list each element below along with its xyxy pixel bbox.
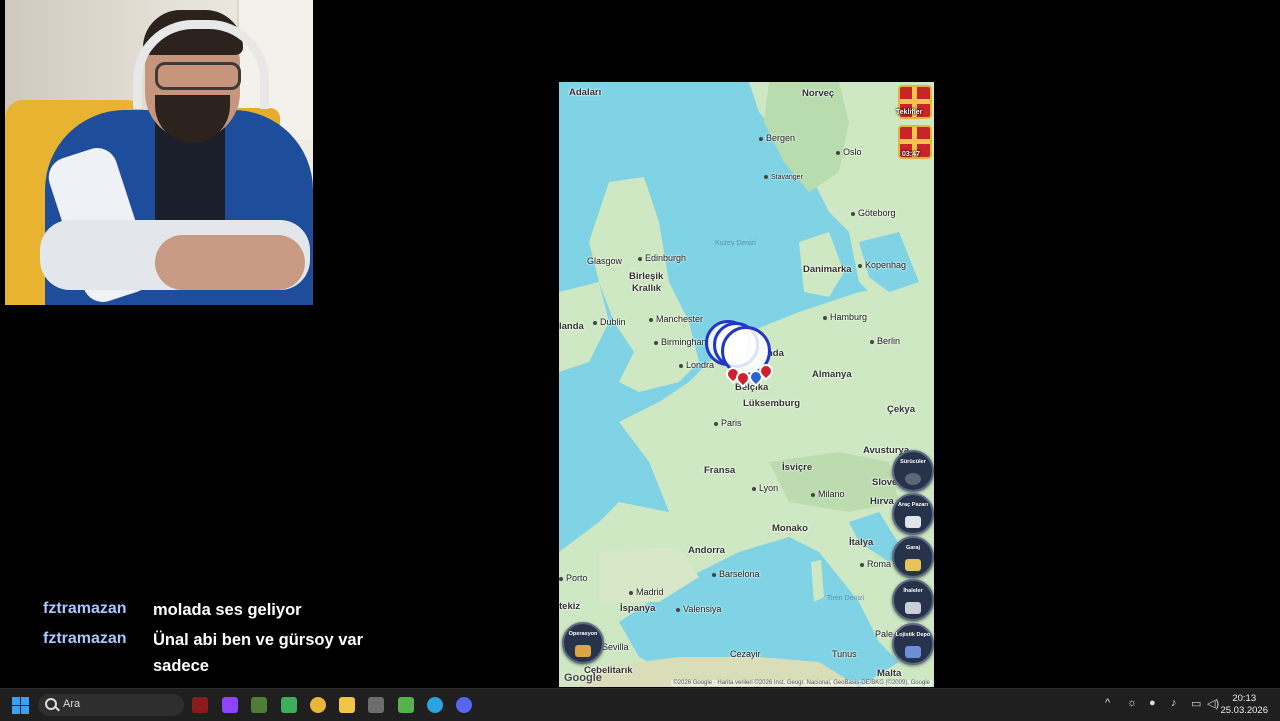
map-label: Norveç <box>802 88 835 99</box>
bluestacks-icon[interactable] <box>398 697 414 713</box>
clock-date: 25.03.2026 <box>1220 705 1268 716</box>
chat-message: fztramazan molada ses geliyor <box>43 597 373 623</box>
map-attribution: ©2026 Google · Harita verileri ©2026 Ins… <box>671 680 932 686</box>
map-label: Cezayir <box>730 649 761 659</box>
chat-text: molada ses geliyor <box>153 601 302 619</box>
microphone-icon[interactable]: ♪ <box>1171 697 1177 709</box>
map-label: Çekya <box>887 404 915 415</box>
map-label: tekiz <box>559 601 581 612</box>
map-label: İspanya <box>620 603 656 614</box>
auctions-label: İhaleler <box>903 588 923 594</box>
warehouse-icon <box>905 646 921 658</box>
taskbar-search[interactable]: Ara <box>38 694 184 716</box>
xbox-icon[interactable] <box>251 697 267 713</box>
wrench-icon <box>905 559 921 571</box>
gift-timer-label: 03:47 <box>902 151 920 158</box>
auction-icon <box>905 602 921 614</box>
twitch-icon[interactable] <box>222 697 238 713</box>
chrome-icon[interactable] <box>310 697 326 713</box>
chat-message: fztramazan Ünal abi ben ve gürsoy var sa… <box>43 627 373 679</box>
map-label: Bergen <box>759 133 795 143</box>
map-label: Birmingham <box>654 337 709 347</box>
volume-icon[interactable]: ◁) <box>1207 697 1219 710</box>
map-label: Kuzey Denizi <box>715 240 756 247</box>
driver-icon <box>905 473 921 485</box>
auctions-button[interactable]: İhaleler <box>892 579 934 621</box>
discord-icon[interactable] <box>456 697 472 713</box>
map-label: Valensiya <box>676 604 721 614</box>
map-label: İsviçre <box>782 462 813 473</box>
map-label: Göteborg <box>851 208 896 218</box>
map-label: Porto <box>559 573 588 583</box>
drivers-label: Sürücüler <box>900 459 926 465</box>
steam-icon[interactable]: ● <box>1149 697 1156 709</box>
clock[interactable]: 20:13 25.03.2026 <box>1220 693 1268 717</box>
chat-username: fztramazan <box>43 600 127 617</box>
google-logo: Google <box>564 672 602 684</box>
map-label: Monako <box>772 523 808 534</box>
map-label: Tunus <box>832 649 857 659</box>
map-label: Adaları <box>569 87 602 98</box>
search-placeholder: Ara <box>63 698 81 710</box>
network-icon[interactable]: ▭ <box>1191 697 1201 710</box>
map-label: Fransa <box>704 465 736 476</box>
map-label: Stavanger <box>764 174 803 181</box>
map-label: Hamburg <box>823 312 867 322</box>
vehicle-market-button[interactable]: Araç Pazarı <box>892 493 934 535</box>
map-label: Krallık <box>632 283 662 294</box>
game-map[interactable]: Adaları Norveç Bergen Oslo Stavanger Göt… <box>559 82 934 687</box>
taskbar: Ara ^ ☼ ● ♪ ▭ ◁) 20:13 25.03.2026 <box>0 688 1280 721</box>
chevron-up-icon[interactable]: ^ <box>1105 697 1110 709</box>
map-label: landa <box>559 321 584 332</box>
app-icon[interactable] <box>192 697 208 713</box>
map-label: Lüksemburg <box>743 398 801 409</box>
map-label: Almanya <box>812 369 852 380</box>
telegram-icon[interactable] <box>427 697 443 713</box>
logistics-depot-button[interactable]: Lojistik Depo <box>892 623 934 665</box>
folder-icon[interactable] <box>339 697 355 713</box>
map-label: Paris <box>714 418 742 428</box>
chat-text: Ünal abi ben ve gürsoy var sadece <box>153 631 363 675</box>
map-label: Kopenhag <box>858 260 906 270</box>
operation-button[interactable]: Operasyon <box>562 622 604 664</box>
drivers-button[interactable]: Sürücüler <box>892 450 934 492</box>
webcam-feed <box>5 0 313 305</box>
map-label: Tiren Denizi <box>827 595 865 602</box>
chat-username: fztramazan <box>43 630 127 647</box>
operation-label: Operasyon <box>568 631 598 637</box>
gift-label: Teklifler <box>896 109 923 116</box>
map-label: Dublin <box>593 317 626 327</box>
garage-label: Garaj <box>905 545 921 551</box>
camera-icon <box>905 516 921 528</box>
logistics-depot-label: Lojistik Depo <box>895 632 931 638</box>
app-icon[interactable] <box>281 697 297 713</box>
map-label: Roma <box>860 559 891 569</box>
map-label: Berlin <box>870 336 900 346</box>
map-label: Barselona <box>712 569 760 579</box>
map-label: Madrid <box>629 587 664 597</box>
map-label: Edinburgh <box>638 253 686 263</box>
start-button[interactable] <box>12 697 29 714</box>
search-icon <box>45 698 57 710</box>
operation-icon <box>575 645 591 657</box>
map-label: Londra <box>679 360 714 370</box>
map-label: Birleşik <box>629 271 664 282</box>
map-label: İtalya <box>849 537 874 548</box>
map-label: Manchester <box>649 314 703 324</box>
map-label: Milano <box>811 489 845 499</box>
map-label: Pale <box>875 629 894 639</box>
map-label: Glasgow <box>587 256 623 266</box>
vehicle-market-label: Araç Pazarı <box>898 502 928 508</box>
map-label: Danimarka <box>803 264 852 275</box>
chat-overlay: fztramazan molada ses geliyor fztramazan… <box>43 597 373 683</box>
brightness-icon[interactable]: ☼ <box>1127 697 1137 709</box>
map-label: Lyon <box>752 483 778 493</box>
map-label: Hırva <box>870 496 894 507</box>
calculator-icon[interactable] <box>368 697 384 713</box>
map-label: Oslo <box>836 147 862 157</box>
map-label: Andorra <box>688 545 725 556</box>
clock-time: 20:13 <box>1232 693 1257 704</box>
map-label: Malta <box>877 668 902 679</box>
garage-button[interactable]: Garaj <box>892 536 934 578</box>
